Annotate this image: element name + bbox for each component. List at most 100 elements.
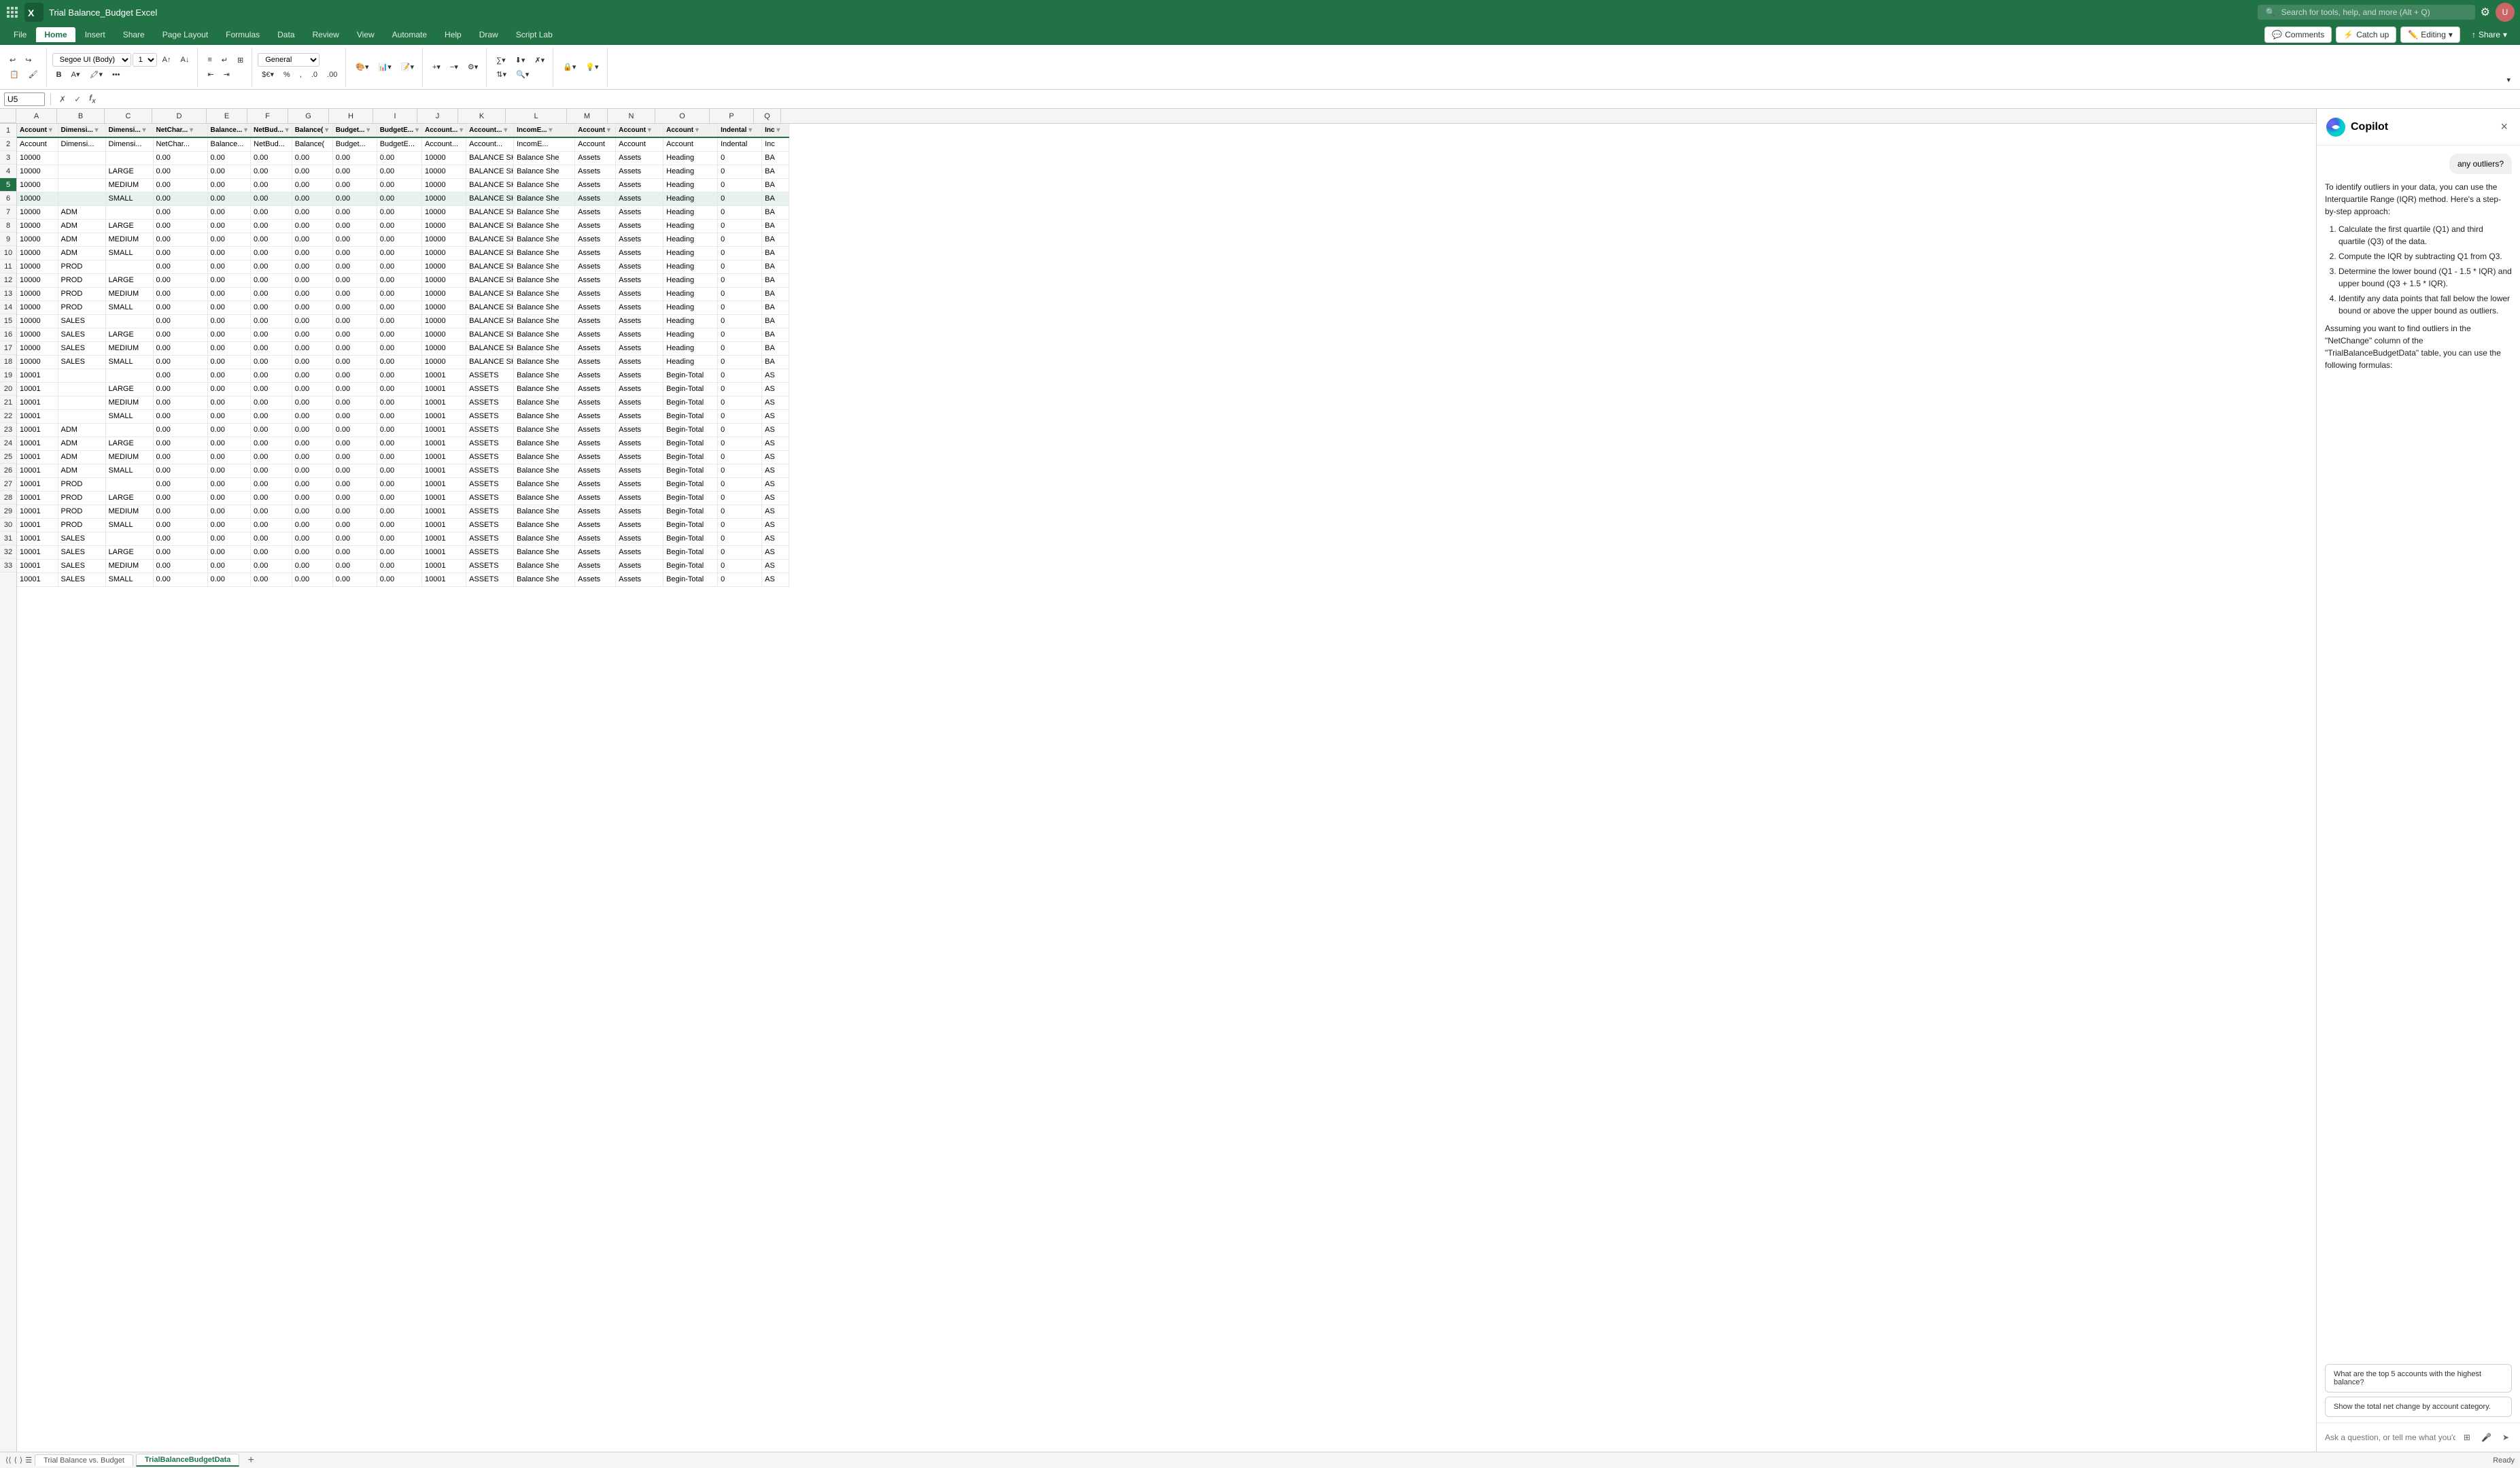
cell-29-8[interactable]: 0.00 bbox=[332, 518, 377, 532]
cell-6-8[interactable]: 0.00 bbox=[332, 205, 377, 219]
cell-13-13[interactable]: Assets bbox=[575, 301, 616, 314]
cell-8-13[interactable]: Assets bbox=[575, 233, 616, 246]
cell-10-14[interactable]: Assets bbox=[616, 260, 663, 273]
cell-8-9[interactable]: 0.00 bbox=[377, 233, 421, 246]
cell-17-3[interactable]: SMALL bbox=[105, 355, 153, 369]
cell-16-7[interactable]: 0.00 bbox=[292, 341, 332, 355]
cell-9-14[interactable]: Assets bbox=[616, 246, 663, 260]
cell-5-13[interactable]: Assets bbox=[575, 192, 616, 205]
cell-16-9[interactable]: 0.00 bbox=[377, 341, 421, 355]
cell-2-8[interactable]: 0.00 bbox=[332, 151, 377, 165]
sheet-tab-1[interactable]: Trial Balance vs. Budget bbox=[35, 1454, 133, 1466]
cell-7-11[interactable]: BALANCE SH bbox=[466, 219, 514, 233]
cell-13-6[interactable]: 0.00 bbox=[251, 301, 292, 314]
cell-6-7[interactable]: 0.00 bbox=[292, 205, 332, 219]
cell-15-6[interactable]: 0.00 bbox=[251, 328, 292, 341]
cell-24-9[interactable]: 0.00 bbox=[377, 450, 421, 464]
row-num-25[interactable]: 25 bbox=[0, 450, 16, 464]
undo-button[interactable]: ↩ bbox=[5, 54, 20, 67]
redo-button[interactable]: ↪ bbox=[21, 54, 35, 67]
cell-7-6[interactable]: 0.00 bbox=[251, 219, 292, 233]
cell-24-2[interactable]: ADM bbox=[58, 450, 105, 464]
cell-23-6[interactable]: 0.00 bbox=[251, 437, 292, 450]
cell-18-2[interactable] bbox=[58, 369, 105, 382]
cell-2-7[interactable]: 0.00 bbox=[292, 151, 332, 165]
cell-2-10[interactable]: 10000 bbox=[421, 151, 466, 165]
cell-12-6[interactable]: 0.00 bbox=[251, 287, 292, 301]
cell-22-11[interactable]: ASSETS bbox=[466, 423, 514, 437]
cell-23-12[interactable]: Balance She bbox=[514, 437, 575, 450]
cell-32-13[interactable]: Assets bbox=[575, 559, 616, 573]
cell-2-12[interactable]: Balance She bbox=[514, 151, 575, 165]
cell-25-17[interactable]: AS bbox=[762, 464, 789, 477]
cell-7-9[interactable]: 0.00 bbox=[377, 219, 421, 233]
cell-14-5[interactable]: 0.00 bbox=[207, 314, 251, 328]
cell-24-1[interactable]: 10001 bbox=[17, 450, 58, 464]
cell-33-1[interactable]: 10001 bbox=[17, 573, 58, 586]
cell-31-6[interactable]: 0.00 bbox=[251, 545, 292, 559]
cell-3-10[interactable]: 10000 bbox=[421, 165, 466, 178]
cell-13-15[interactable]: Heading bbox=[663, 301, 718, 314]
cell-15-10[interactable]: 10000 bbox=[421, 328, 466, 341]
cell-28-6[interactable]: 0.00 bbox=[251, 505, 292, 518]
copilot-send-button[interactable]: ➤ bbox=[2500, 1430, 2512, 1445]
cell-15-13[interactable]: Assets bbox=[575, 328, 616, 341]
cell-8-12[interactable]: Balance She bbox=[514, 233, 575, 246]
cell-12-11[interactable]: BALANCE SH bbox=[466, 287, 514, 301]
cell-12-14[interactable]: Assets bbox=[616, 287, 663, 301]
cell-28-11[interactable]: ASSETS bbox=[466, 505, 514, 518]
cell-11-14[interactable]: Assets bbox=[616, 273, 663, 287]
row-num-26[interactable]: 26 bbox=[0, 464, 16, 477]
cell-6-1[interactable]: 10000 bbox=[17, 205, 58, 219]
cell-26-5[interactable]: 0.00 bbox=[207, 477, 251, 491]
row-num-19[interactable]: 19 bbox=[0, 369, 16, 382]
cell-13-3[interactable]: SMALL bbox=[105, 301, 153, 314]
cell-15-12[interactable]: Balance She bbox=[514, 328, 575, 341]
cell-24-5[interactable]: 0.00 bbox=[207, 450, 251, 464]
cell-29-6[interactable]: 0.00 bbox=[251, 518, 292, 532]
cell-18-8[interactable]: 0.00 bbox=[332, 369, 377, 382]
cell-6-16[interactable]: 0 bbox=[718, 205, 762, 219]
cell-26-12[interactable]: Balance She bbox=[514, 477, 575, 491]
cell-20-6[interactable]: 0.00 bbox=[251, 396, 292, 409]
header-col-I[interactable]: BudgetE... ▾ bbox=[377, 124, 421, 137]
cell-10-10[interactable]: 10000 bbox=[421, 260, 466, 273]
cell-13-2[interactable]: PROD bbox=[58, 301, 105, 314]
cell-33-12[interactable]: Balance She bbox=[514, 573, 575, 586]
cell-27-3[interactable]: LARGE bbox=[105, 491, 153, 505]
wrap-text-button[interactable]: ↵ bbox=[218, 54, 232, 67]
cell-11-6[interactable]: 0.00 bbox=[251, 273, 292, 287]
cell-22-13[interactable]: Assets bbox=[575, 423, 616, 437]
header-col-E[interactable]: Balance... ▾ bbox=[207, 124, 251, 137]
cell-20-4[interactable]: 0.00 bbox=[153, 396, 207, 409]
row-num-23[interactable]: 23 bbox=[0, 423, 16, 437]
cell-5-5[interactable]: 0.00 bbox=[207, 192, 251, 205]
cell-4-8[interactable]: 0.00 bbox=[332, 178, 377, 192]
cell-22-17[interactable]: AS bbox=[762, 423, 789, 437]
cell-11-2[interactable]: PROD bbox=[58, 273, 105, 287]
cell-31-3[interactable]: LARGE bbox=[105, 545, 153, 559]
cell-7-14[interactable]: Assets bbox=[616, 219, 663, 233]
cell-7-13[interactable]: Assets bbox=[575, 219, 616, 233]
cell-5-12[interactable]: Balance She bbox=[514, 192, 575, 205]
cell-26-10[interactable]: 10001 bbox=[421, 477, 466, 491]
font-selector[interactable]: Segoe UI (Body) bbox=[52, 53, 131, 67]
cell-30-12[interactable]: Balance She bbox=[514, 532, 575, 545]
cell-26-13[interactable]: Assets bbox=[575, 477, 616, 491]
cell-33-5[interactable]: 0.00 bbox=[207, 573, 251, 586]
row-num-16[interactable]: 16 bbox=[0, 328, 16, 341]
cell-17-5[interactable]: 0.00 bbox=[207, 355, 251, 369]
cell-4-13[interactable]: Assets bbox=[575, 178, 616, 192]
decrease-decimal-button[interactable]: .0 bbox=[307, 69, 322, 81]
cell-6-9[interactable]: 0.00 bbox=[377, 205, 421, 219]
cell-19-4[interactable]: 0.00 bbox=[153, 382, 207, 396]
row-num-32[interactable]: 32 bbox=[0, 545, 16, 559]
row-num-2[interactable]: 2 bbox=[0, 137, 16, 151]
cell-11-17[interactable]: BA bbox=[762, 273, 789, 287]
header-col-P[interactable]: Indental ▾ bbox=[718, 124, 762, 137]
cell-6-3[interactable] bbox=[105, 205, 153, 219]
cell-31-1[interactable]: 10001 bbox=[17, 545, 58, 559]
row-num-8[interactable]: 8 bbox=[0, 219, 16, 233]
cell-12-2[interactable]: PROD bbox=[58, 287, 105, 301]
cell-18-6[interactable]: 0.00 bbox=[251, 369, 292, 382]
